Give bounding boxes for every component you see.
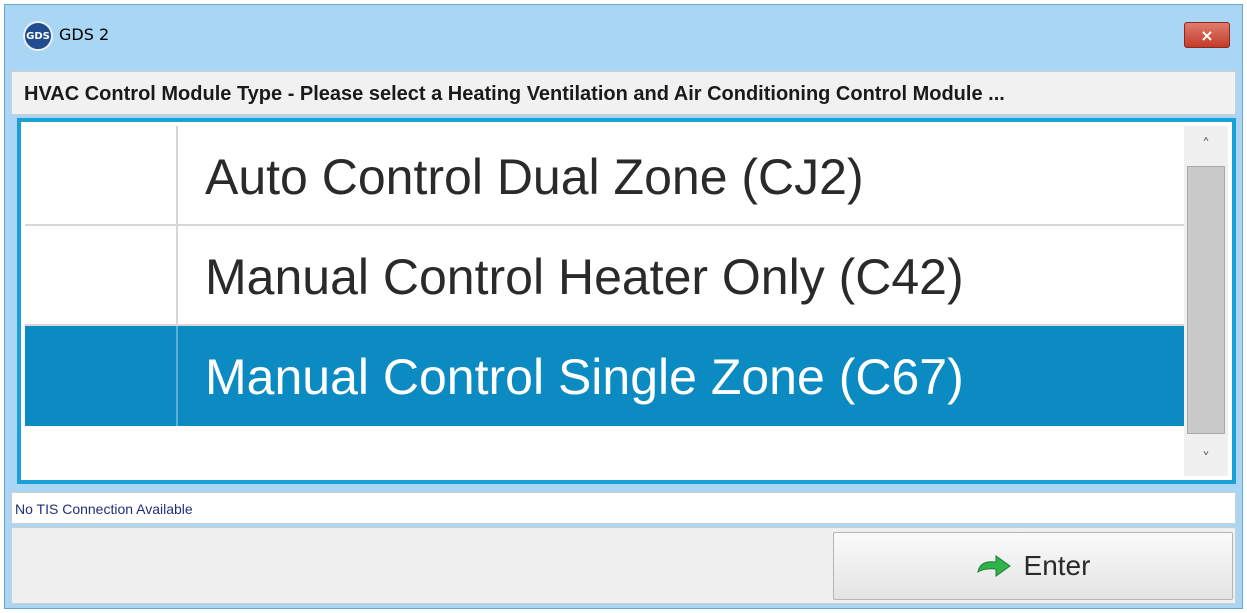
list-item-c42[interactable]: Manual Control Heater Only (C42)	[25, 226, 1185, 326]
module-type-list: Auto Control Dual Zone (CJ2) Manual Cont…	[17, 118, 1236, 484]
list-item-label: Manual Control Heater Only (C42)	[205, 249, 964, 305]
window-title: GDS 2	[59, 25, 110, 44]
list-item-c67[interactable]: Manual Control Single Zone (C67)	[25, 326, 1185, 426]
list-item-cj2[interactable]: Auto Control Dual Zone (CJ2)	[25, 126, 1185, 226]
app-logo-icon: GDS	[23, 21, 53, 51]
enter-button[interactable]: Enter	[833, 532, 1233, 600]
prompt-header: HVAC Control Module Type - Please select…	[11, 71, 1236, 115]
green-arrow-icon	[976, 555, 1011, 577]
status-bar: No TIS Connection Available	[11, 492, 1236, 524]
scroll-up-icon[interactable]: ˄	[1184, 126, 1228, 162]
enter-label: Enter	[1023, 550, 1091, 581]
row-left-cell	[25, 226, 178, 324]
scroll-down-icon[interactable]: ˅	[1184, 440, 1228, 476]
footer-bar: Enter	[11, 527, 1236, 604]
scroll-thumb[interactable]	[1187, 166, 1225, 434]
vertical-scrollbar[interactable]: ˄ ˅	[1184, 126, 1228, 476]
status-text: No TIS Connection Available	[15, 501, 193, 517]
list-item-label: Manual Control Single Zone (C67)	[205, 349, 964, 405]
app-window: GDS GDS 2 × HVAC Control Module Type - P…	[4, 4, 1243, 609]
list-item-label: Auto Control Dual Zone (CJ2)	[205, 149, 864, 205]
row-left-cell	[25, 326, 178, 426]
close-button[interactable]: ×	[1184, 22, 1230, 48]
title-bar: GDS GDS 2 ×	[5, 5, 1242, 65]
prompt-text: HVAC Control Module Type - Please select…	[24, 83, 1005, 105]
row-left-cell	[25, 126, 178, 224]
list-rows: Auto Control Dual Zone (CJ2) Manual Cont…	[25, 126, 1185, 476]
